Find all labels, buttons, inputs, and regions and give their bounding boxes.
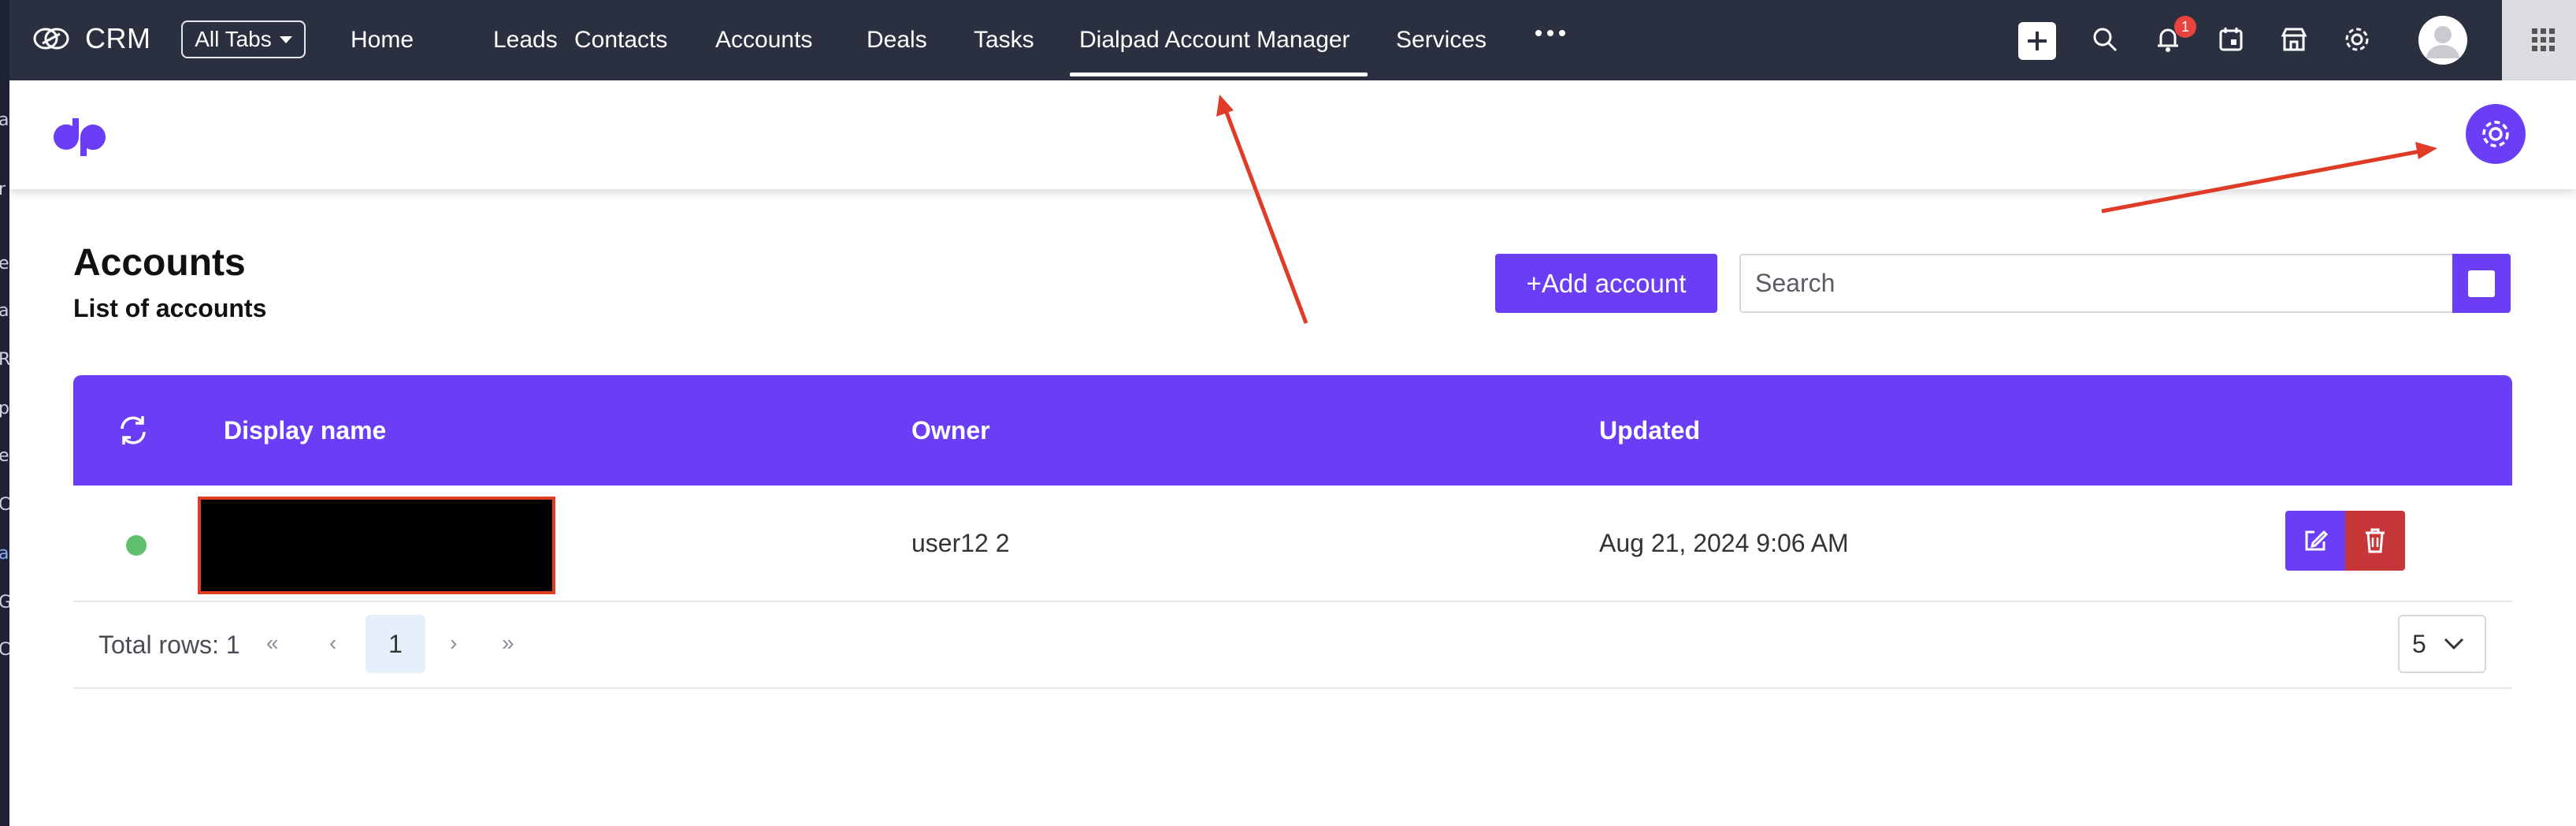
clipped-text: C <box>0 495 9 515</box>
column-header-updated[interactable]: Updated <box>1599 416 1700 445</box>
top-navigation-bar: CRM All Tabs Home Leads Contacts Account… <box>9 0 2576 80</box>
edit-button[interactable] <box>2285 511 2345 571</box>
owner-cell: user12 2 <box>911 529 1010 557</box>
all-tabs-label: All Tabs <box>195 27 272 51</box>
avatar[interactable] <box>2418 16 2467 65</box>
clipped-text: Co <box>0 640 9 660</box>
caret-down-icon <box>279 35 292 43</box>
more-tabs-icon[interactable] <box>1535 30 1565 36</box>
left-edge-strip: a r er al R pa er C a G Co <box>0 0 9 826</box>
clipped-text: a <box>0 544 9 564</box>
clipped-text: er <box>0 446 9 466</box>
plus-icon <box>2028 32 2047 50</box>
clipped-text: a <box>0 110 9 130</box>
page-subtitle: List of accounts <box>73 294 267 322</box>
clipped-text: G <box>0 593 9 612</box>
active-tab-indicator <box>1070 73 1368 76</box>
clipped-text: R <box>0 350 9 370</box>
tab-deals[interactable]: Deals <box>867 27 927 54</box>
total-rows-label: Total rows: 1 <box>98 631 240 659</box>
column-header-owner[interactable]: Owner <box>911 416 990 445</box>
add-account-button[interactable]: +Add account <box>1495 254 1717 313</box>
page-title: Accounts <box>73 242 246 284</box>
app-launcher-button[interactable] <box>2502 0 2576 80</box>
calendar-icon[interactable] <box>2214 22 2248 57</box>
crm-logo[interactable]: CRM <box>32 22 150 55</box>
page-size-select[interactable]: 5 <box>2398 615 2486 673</box>
notification-badge: 1 <box>2174 16 2196 38</box>
gear-icon <box>2482 121 2509 147</box>
dialpad-logo <box>53 118 106 156</box>
search-icon[interactable] <box>2088 22 2122 57</box>
clipped-text: er <box>0 254 9 273</box>
gear-icon[interactable] <box>2340 22 2374 57</box>
dialpad-app-header <box>9 80 2576 189</box>
next-page-button[interactable]: › <box>450 631 457 656</box>
status-indicator <box>126 535 147 556</box>
trash-icon <box>2366 528 2385 553</box>
prev-page-button[interactable]: ‹ <box>329 631 336 656</box>
tab-contacts[interactable]: Contacts <box>574 27 667 54</box>
search-input[interactable] <box>1739 254 2453 313</box>
table-header: Display name Owner Updated <box>73 375 2512 486</box>
marketplace-icon[interactable] <box>2277 22 2311 57</box>
last-page-button[interactable]: » <box>502 631 514 656</box>
crm-cloud-icon <box>33 28 69 50</box>
search-button[interactable] <box>2452 254 2511 313</box>
search-checkbox-icon <box>2468 270 2495 297</box>
clipped-text: al <box>0 301 9 321</box>
current-page-button[interactable]: 1 <box>366 615 425 673</box>
column-header-display-name[interactable]: Display name <box>224 416 386 445</box>
clipped-text: pa <box>0 399 9 419</box>
tab-services[interactable]: Services <box>1396 27 1487 54</box>
settings-button[interactable] <box>2466 104 2526 164</box>
delete-button[interactable] <box>2345 511 2405 571</box>
quick-create-button[interactable] <box>2018 22 2056 60</box>
edit-icon <box>2305 530 2329 551</box>
refresh-icon[interactable] <box>116 413 150 448</box>
updated-cell: Aug 21, 2024 9:06 AM <box>1599 529 1849 557</box>
chevron-down-icon <box>2444 638 2463 650</box>
tab-leads[interactable]: Leads <box>493 27 558 54</box>
clipped-text: r <box>0 180 6 199</box>
page-size-value: 5 <box>2412 629 2426 658</box>
all-tabs-dropdown[interactable]: All Tabs <box>181 20 306 58</box>
tab-accounts[interactable]: Accounts <box>715 27 812 54</box>
first-page-button[interactable]: « <box>266 631 279 656</box>
brand-name: CRM <box>85 22 151 54</box>
tab-dialpad-account-manager[interactable]: Dialpad Account Manager <box>1079 27 1350 54</box>
tab-tasks[interactable]: Tasks <box>974 27 1034 54</box>
tab-home[interactable]: Home <box>351 27 414 54</box>
pagination-bar: Total rows: 1 « ‹ 1 › » 5 <box>73 602 2512 689</box>
redacted-display-name[interactable] <box>198 497 555 594</box>
grid-icon <box>2532 28 2555 51</box>
